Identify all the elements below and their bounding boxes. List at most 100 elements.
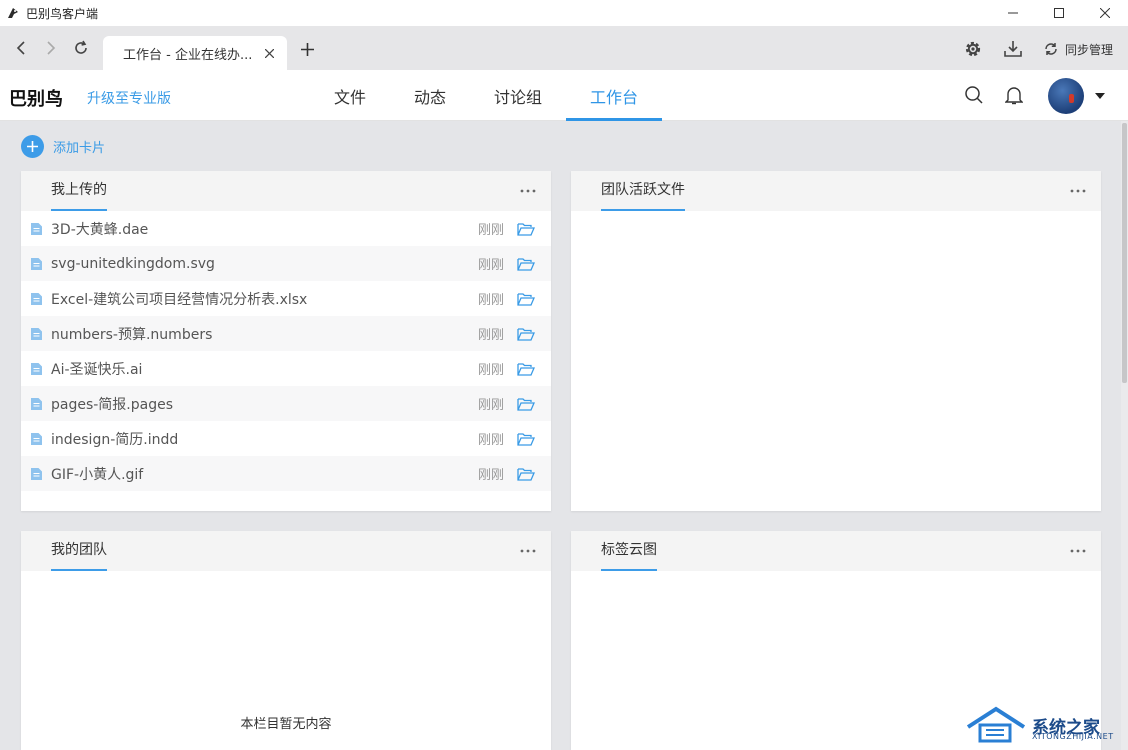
file-time: 刚刚 xyxy=(478,293,505,308)
more-horizontal-icon xyxy=(520,189,536,193)
chevron-right-icon xyxy=(47,41,56,55)
file-row[interactable]: Ai-圣诞快乐.ai 刚刚 xyxy=(21,351,551,386)
file-list: 3D-大黄蜂.dae 刚刚 svg-unitedkingdom.svg 刚刚 Excel… xyxy=(21,211,551,491)
card-more-button[interactable] xyxy=(1067,543,1089,559)
card-title: 标签云图 xyxy=(601,531,657,571)
tab-close-button[interactable] xyxy=(261,45,277,61)
card-title: 我上传的 xyxy=(51,171,107,211)
close-icon xyxy=(264,48,274,58)
file-name: numbers-预算.numbers xyxy=(51,326,213,343)
tab-label: 工作台 - 企业在线办... xyxy=(123,47,251,63)
close-window-button[interactable] xyxy=(1082,0,1128,26)
settings-button[interactable] xyxy=(962,38,984,60)
gear-icon xyxy=(965,41,981,57)
folder-open-icon[interactable] xyxy=(517,222,535,236)
document-icon xyxy=(31,328,42,340)
more-horizontal-icon xyxy=(1070,549,1086,553)
card-team-active-files: 团队活跃文件 xyxy=(571,171,1101,511)
card-header: 我的团队 xyxy=(21,531,551,571)
add-card-label: 添加卡片 xyxy=(53,141,106,156)
card-header: 标签云图 xyxy=(571,531,1101,571)
refresh-icon xyxy=(75,40,87,54)
plus-icon xyxy=(300,42,314,56)
nav-tab-activity[interactable]: 动态 xyxy=(405,70,455,121)
card-my-team: 我的团队 本栏目暂无内容 xyxy=(21,531,551,750)
search-icon xyxy=(965,86,983,104)
file-time: 刚刚 xyxy=(478,433,505,448)
search-button[interactable] xyxy=(963,84,985,106)
refresh-button[interactable] xyxy=(66,26,96,70)
card-title: 我的团队 xyxy=(51,531,107,571)
card-more-button[interactable] xyxy=(1067,183,1089,199)
app-header: 巴别鸟 升级至专业版 文件 动态 讨论组 工作台 xyxy=(0,70,1128,121)
download-button[interactable] xyxy=(1002,38,1024,60)
file-row[interactable]: svg-unitedkingdom.svg 刚刚 xyxy=(21,246,551,281)
sync-manage-button[interactable]: 同步管理 xyxy=(1043,38,1113,60)
file-name: GIF-小黄人.gif xyxy=(51,466,144,483)
notifications-button[interactable] xyxy=(1003,84,1025,106)
house-logo-icon xyxy=(966,706,1026,743)
file-name: indesign-简历.indd xyxy=(51,431,179,448)
nav-tab-workbench[interactable]: 工作台 xyxy=(566,70,662,121)
nav-tab-discussion[interactable]: 讨论组 xyxy=(486,70,550,121)
window-title: 巴别鸟客户端 xyxy=(26,6,99,21)
new-tab-button[interactable] xyxy=(296,38,318,60)
card-more-button[interactable] xyxy=(517,543,539,559)
upgrade-link[interactable]: 升级至专业版 xyxy=(87,88,171,108)
file-name: Excel-建筑公司项目经营情况分析表.xlsx xyxy=(51,291,308,308)
file-row[interactable]: 3D-大黄蜂.dae 刚刚 xyxy=(21,211,551,246)
scrollbar-thumb[interactable] xyxy=(1122,123,1127,383)
page-scrollbar[interactable] xyxy=(1121,121,1128,750)
more-horizontal-icon xyxy=(1070,189,1086,193)
watermark-subtext: XITONGZHIJIA.NET xyxy=(1032,732,1114,741)
tab-workbench[interactable]: 工作台 - 企业在线办... xyxy=(103,36,287,70)
forward-button[interactable] xyxy=(36,26,66,70)
file-row[interactable]: pages-简报.pages 刚刚 xyxy=(21,386,551,421)
folder-open-icon[interactable] xyxy=(517,397,535,411)
folder-open-icon[interactable] xyxy=(517,257,535,271)
folder-open-icon[interactable] xyxy=(517,327,535,341)
avatar[interactable] xyxy=(1048,78,1084,114)
maximize-icon xyxy=(1054,8,1064,18)
card-my-uploads: 我上传的 3D-大黄蜂.dae 刚刚 svg-unitedkingdom.svg 刚刚… xyxy=(21,171,551,511)
document-icon xyxy=(31,258,42,270)
document-icon xyxy=(31,398,42,410)
minimize-button[interactable] xyxy=(990,0,1036,26)
back-button[interactable] xyxy=(6,26,36,70)
add-card-button[interactable]: 添加卡片 xyxy=(21,135,105,158)
file-time: 刚刚 xyxy=(478,223,505,238)
close-icon xyxy=(1100,8,1110,18)
more-horizontal-icon xyxy=(520,549,536,553)
brand-name: 巴别鸟 xyxy=(9,89,63,110)
minimize-icon xyxy=(1008,12,1018,14)
file-row[interactable]: numbers-预算.numbers 刚刚 xyxy=(21,316,551,351)
folder-open-icon[interactable] xyxy=(517,292,535,306)
file-row[interactable]: indesign-简历.indd 刚刚 xyxy=(21,421,551,456)
empty-message: 本栏目暂无内容 xyxy=(240,717,332,732)
watermark: 系统之家 XITONGZHIJIA.NET xyxy=(966,702,1116,748)
card-more-button[interactable] xyxy=(517,183,539,199)
tab-bar: 工作台 - 企业在线办... 同步管理 xyxy=(0,26,1128,70)
file-time: 刚刚 xyxy=(478,258,505,273)
document-icon xyxy=(31,293,42,305)
download-icon xyxy=(1004,41,1022,57)
caret-down-icon[interactable] xyxy=(1094,91,1106,101)
nav-tab-files[interactable]: 文件 xyxy=(325,70,375,121)
folder-open-icon[interactable] xyxy=(517,467,535,481)
folder-open-icon[interactable] xyxy=(517,432,535,446)
card-header: 团队活跃文件 xyxy=(571,171,1101,211)
folder-open-icon[interactable] xyxy=(517,362,535,376)
file-row[interactable]: Excel-建筑公司项目经营情况分析表.xlsx 刚刚 xyxy=(21,281,551,316)
sync-icon xyxy=(1045,43,1057,55)
file-time: 刚刚 xyxy=(478,398,505,413)
document-icon xyxy=(31,468,42,480)
file-row[interactable]: GIF-小黄人.gif 刚刚 xyxy=(21,456,551,491)
chevron-left-icon xyxy=(16,41,25,55)
document-icon xyxy=(31,363,42,375)
card-title: 团队活跃文件 xyxy=(601,171,685,211)
file-time: 刚刚 xyxy=(478,363,505,378)
file-name: 3D-大黄蜂.dae xyxy=(51,221,149,238)
maximize-button[interactable] xyxy=(1036,0,1082,26)
file-time: 刚刚 xyxy=(478,328,505,343)
document-icon xyxy=(31,433,42,445)
